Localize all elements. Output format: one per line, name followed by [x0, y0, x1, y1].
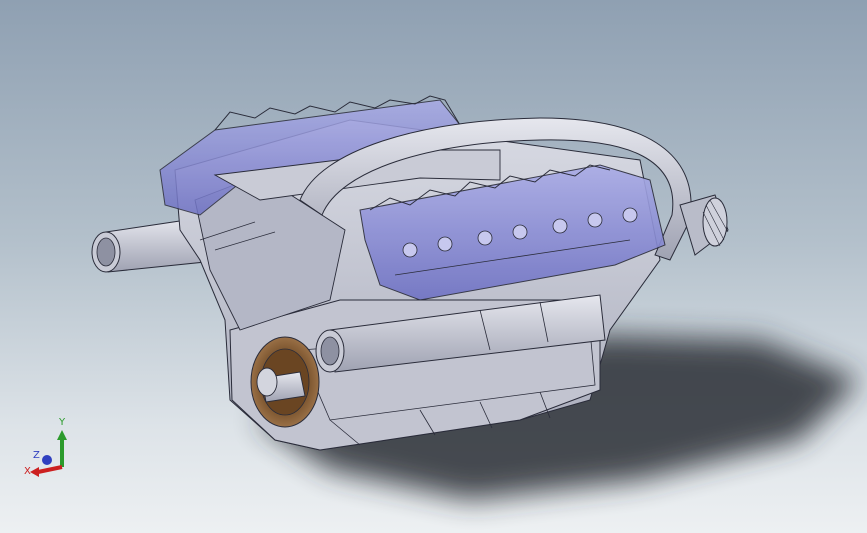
- engine-model-scene[interactable]: Y Z X: [0, 0, 867, 533]
- triad-z-label: Z: [33, 450, 40, 461]
- graphics-viewport[interactable]: Y Z X: [0, 0, 867, 533]
- triad-y-label: Y: [58, 417, 66, 428]
- crankshaft-flange[interactable]: [250, 336, 320, 428]
- air-filter[interactable]: [679, 194, 729, 256]
- reference-triad: Y Z X: [24, 417, 67, 477]
- triad-x-label: X: [24, 466, 31, 477]
